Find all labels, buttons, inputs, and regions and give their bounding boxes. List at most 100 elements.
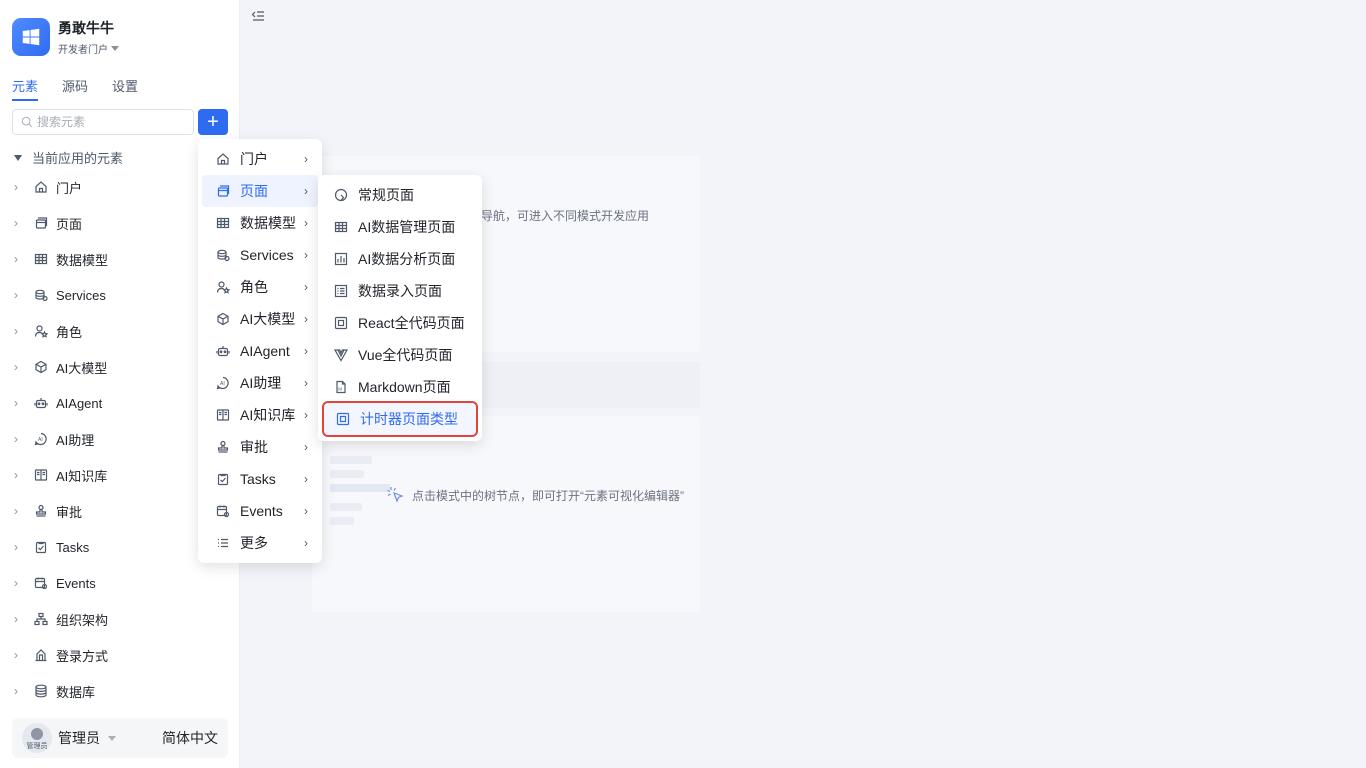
menu-item[interactable]: 数据模型 › <box>202 207 318 239</box>
chevron-right-icon[interactable]: › <box>14 540 24 554</box>
portal-label: 开发者门户 <box>58 44 108 56</box>
menu-item-label: 常规页面 <box>358 187 414 203</box>
menu-item-label: AI助理 <box>240 375 282 391</box>
tree-item[interactable]: › 登录方式 <box>0 637 240 673</box>
svg-text:M: M <box>338 386 342 391</box>
chevron-right-icon[interactable]: › <box>14 360 24 374</box>
brand[interactable]: 勇敢牛牛 开发者门户 <box>12 18 119 56</box>
search-input[interactable] <box>37 115 187 129</box>
ai-assistant-icon: AI <box>216 376 230 390</box>
avatar[interactable]: 管理员 <box>22 723 52 753</box>
sidebar-tabs: 元素 源码 设置 <box>12 76 162 101</box>
menu-item[interactable]: 角色 › <box>202 271 318 303</box>
page-icon <box>34 216 48 230</box>
task-icon <box>216 472 230 486</box>
chevron-right-icon[interactable]: › <box>14 468 24 482</box>
menu-item[interactable]: React全代码页面 <box>322 307 478 339</box>
add-element-button[interactable]: + <box>198 109 228 135</box>
markdown-icon: M <box>334 380 348 394</box>
role-icon <box>216 280 230 294</box>
menu-item[interactable]: 更多 › <box>202 527 318 559</box>
menu-item-label: 角色 <box>240 279 268 295</box>
menu-item[interactable]: 数据录入页面 <box>322 275 478 307</box>
role-icon <box>34 324 48 338</box>
tree-item-label: 数据库 <box>56 684 96 700</box>
svg-text:AI: AI <box>38 437 43 443</box>
chevron-right-icon[interactable]: › <box>14 396 24 410</box>
search-icon <box>21 116 33 128</box>
timer-icon <box>336 412 350 426</box>
current-app-elements-header[interactable]: 当前应用的元素 <box>14 148 123 167</box>
menu-item-label: Tasks <box>240 471 276 487</box>
tab-elements[interactable]: 元素 <box>12 76 39 101</box>
menu-item[interactable]: AI数据管理页面 <box>322 211 478 243</box>
user-bar[interactable]: 管理员 管理员 简体中文 <box>12 718 228 758</box>
placeholder-card-bottom <box>312 416 700 612</box>
menu-item[interactable]: Tasks › <box>202 463 318 495</box>
menu-item[interactable]: AI数据分析页面 <box>322 243 478 275</box>
chevron-right-icon: › <box>304 504 308 518</box>
menu-item[interactable]: 审批 › <box>202 431 318 463</box>
chevron-right-icon: › <box>304 408 308 422</box>
model-icon <box>216 312 230 326</box>
menu-item[interactable]: AIAgent › <box>202 335 318 367</box>
knowledge-icon <box>216 408 230 422</box>
collapse-sidebar-icon[interactable] <box>251 9 265 23</box>
chevron-right-icon[interactable]: › <box>14 576 24 590</box>
chevron-right-icon[interactable]: › <box>14 504 24 518</box>
tab-source[interactable]: 源码 <box>62 76 88 101</box>
menu-item-label: Markdown页面 <box>358 379 451 395</box>
chevron-right-icon[interactable]: › <box>14 432 24 446</box>
chevron-right-icon: › <box>304 216 308 230</box>
menu-item[interactable]: Events › <box>202 495 318 527</box>
chevron-right-icon[interactable]: › <box>14 216 24 230</box>
tree-item-label: 角色 <box>56 324 83 340</box>
chevron-right-icon[interactable]: › <box>14 324 24 338</box>
menu-item[interactable]: Vue全代码页面 <box>322 339 478 371</box>
task-icon <box>34 540 48 554</box>
chevron-right-icon[interactable]: › <box>14 684 24 698</box>
chevron-right-icon: › <box>304 152 308 166</box>
regular-page-icon <box>334 188 348 202</box>
menu-item[interactable]: Services › <box>202 239 318 271</box>
menu-item[interactable]: AI AI助理 › <box>202 367 318 399</box>
tab-settings[interactable]: 设置 <box>112 76 138 101</box>
windows-icon <box>22 28 40 46</box>
click-cursor-icon <box>386 485 406 505</box>
caret-down-icon <box>111 45 119 51</box>
language-switcher[interactable]: 简体中文 <box>162 728 218 748</box>
table-icon <box>34 252 48 266</box>
menu-item-timer-page-type[interactable]: 计时器页面类型 <box>322 401 478 437</box>
tree-item[interactable]: › 数据库 <box>0 673 240 709</box>
tree-item[interactable]: › Events <box>0 565 240 601</box>
menu-item-label: 数据模型 <box>240 215 296 231</box>
login-icon <box>34 648 48 662</box>
menu-item[interactable]: AI知识库 › <box>202 399 318 431</box>
chevron-right-icon[interactable]: › <box>14 288 24 302</box>
caret-down-icon[interactable] <box>108 735 116 741</box>
tree-item-label: 审批 <box>56 504 83 520</box>
stamp-icon <box>34 504 48 518</box>
hint-top: 导航，可进入不同模式开发应用 <box>481 209 650 223</box>
menu-item[interactable]: 页面 › <box>202 175 318 207</box>
chevron-right-icon: › <box>304 184 308 198</box>
chevron-right-icon[interactable]: › <box>14 252 24 266</box>
user-name[interactable]: 管理员 <box>58 728 100 748</box>
menu-item-label: 计时器页面类型 <box>360 411 458 427</box>
menu-item[interactable]: 门户 › <box>202 143 318 175</box>
chevron-right-icon[interactable]: › <box>14 612 24 626</box>
ghost-bar <box>330 517 354 525</box>
bar-chart-icon <box>334 252 348 266</box>
menu-item[interactable]: 常规页面 <box>322 179 478 211</box>
menu-item-label: AI数据分析页面 <box>358 251 456 267</box>
menu-item[interactable]: AI大模型 › <box>202 303 318 335</box>
ghost-bar <box>330 503 362 511</box>
tree-item-label: 门户 <box>56 180 83 196</box>
chevron-right-icon[interactable]: › <box>14 180 24 194</box>
chevron-right-icon[interactable]: › <box>14 648 24 662</box>
portal-switcher[interactable]: 开发者门户 <box>58 41 119 56</box>
ghost-bar <box>330 470 364 478</box>
menu-item[interactable]: M Markdown页面 <box>322 371 478 403</box>
tree-item-label: Services <box>56 287 106 303</box>
tree-item[interactable]: › 组织架构 <box>0 601 240 637</box>
